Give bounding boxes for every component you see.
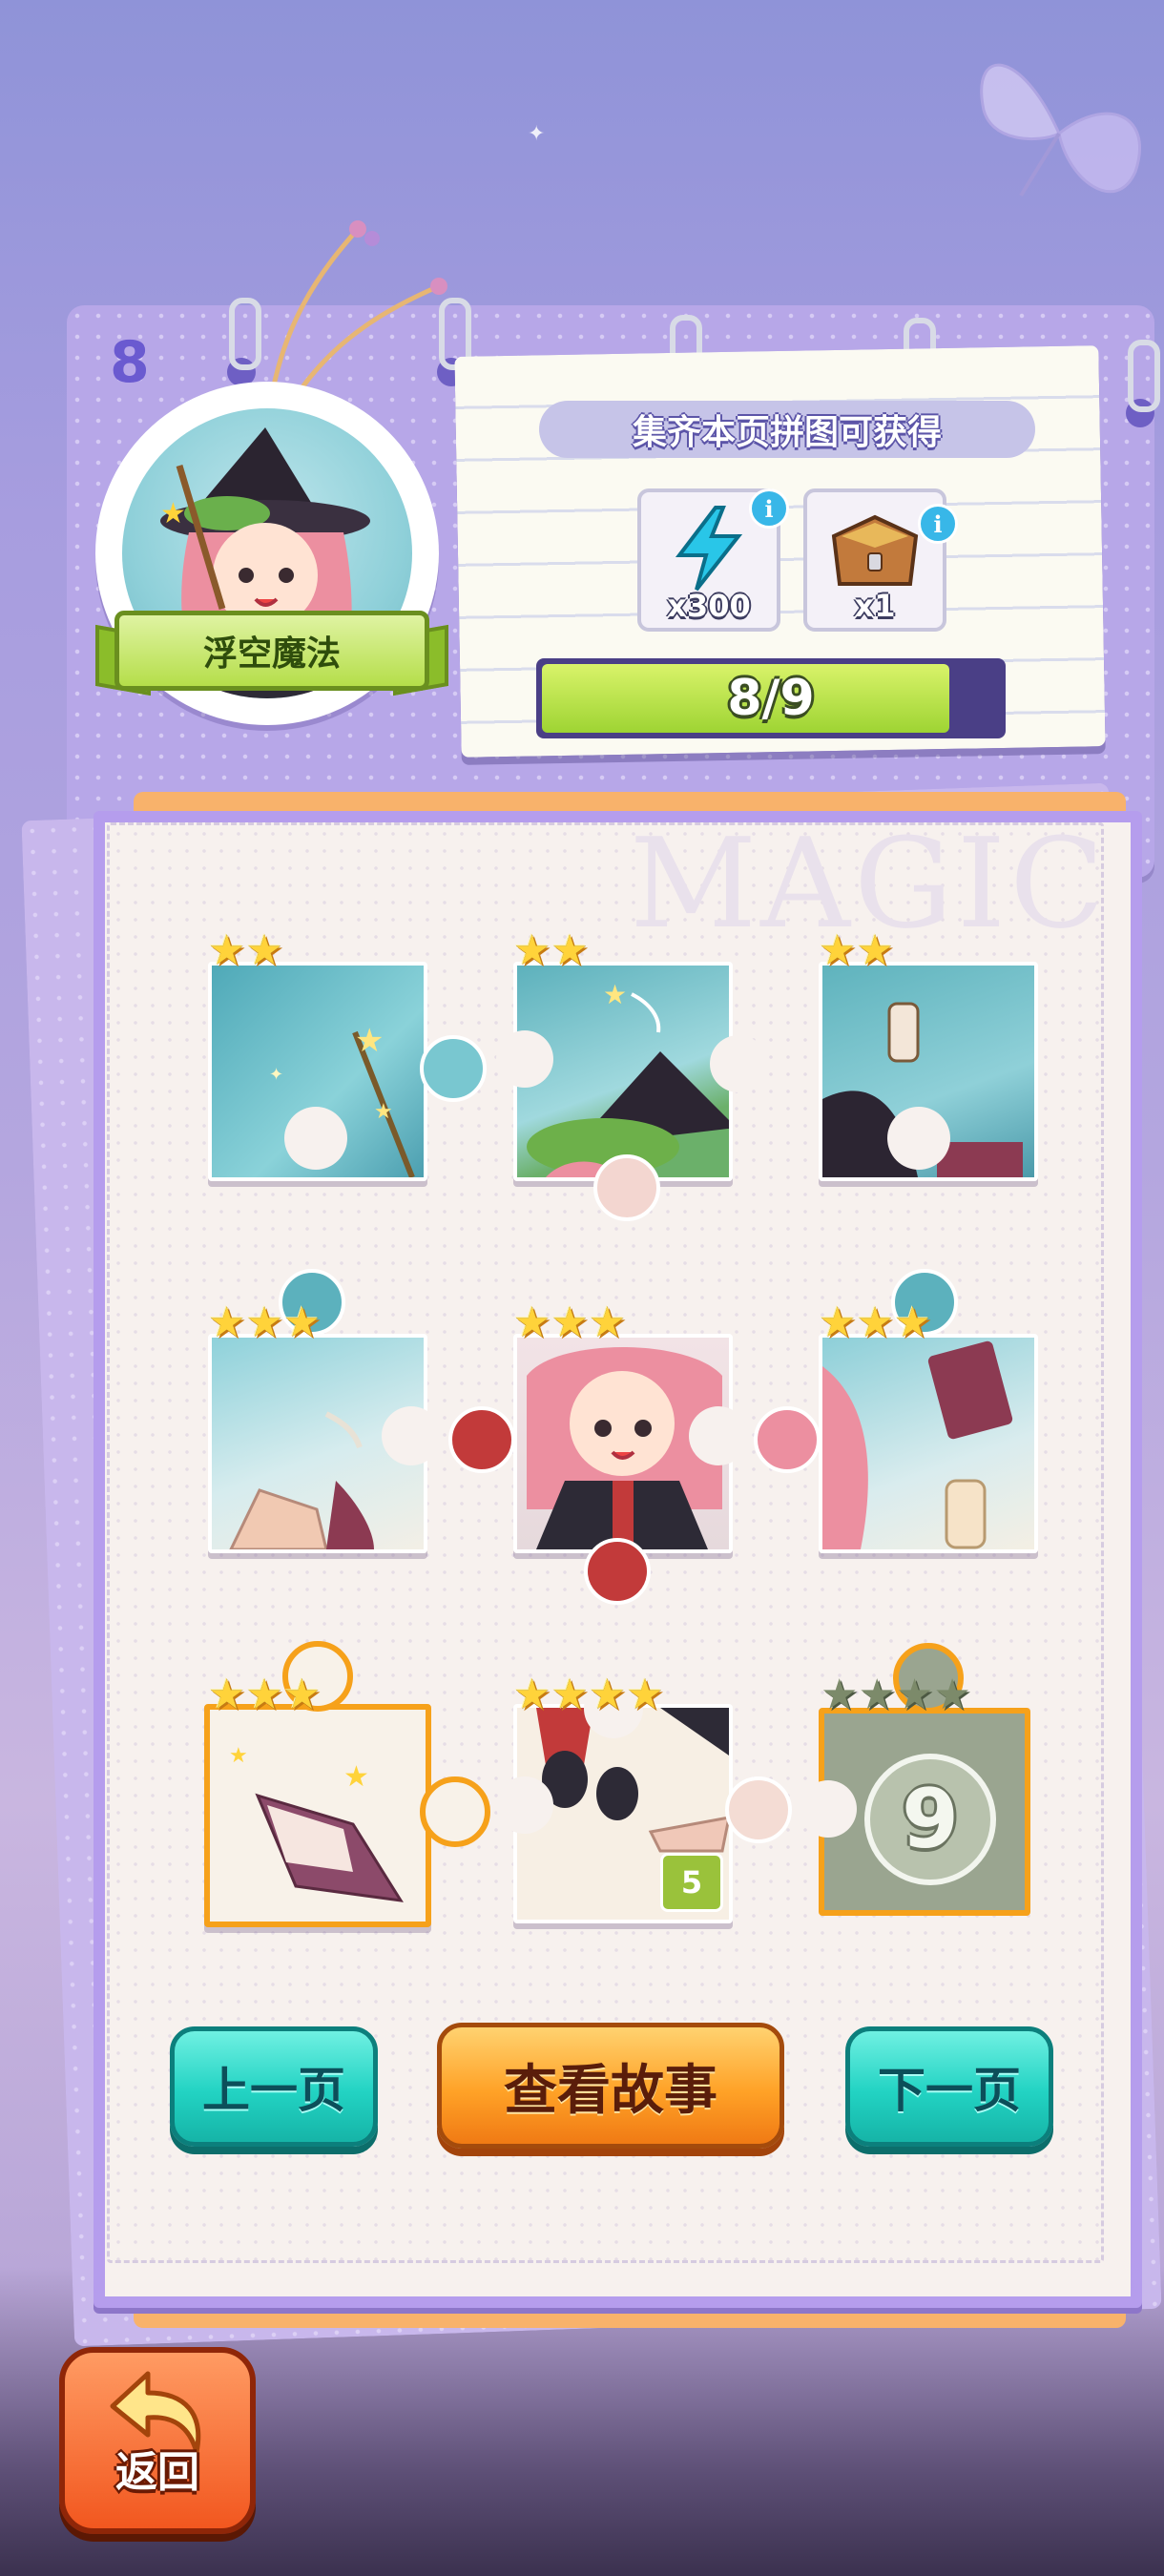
piece-knob xyxy=(593,1154,660,1221)
butterfly-icon xyxy=(980,63,1141,197)
piece-knob xyxy=(725,1776,792,1843)
svg-text:★: ★ xyxy=(603,979,627,1010)
piece-knob xyxy=(420,1776,490,1847)
piece-notch xyxy=(710,1035,767,1092)
piece-knob xyxy=(420,1035,487,1102)
star-rating: ★ ★ ★ ★ xyxy=(821,1671,971,1719)
reward-quantity: x300 xyxy=(667,588,751,624)
next-page-button[interactable]: 下一页 xyxy=(845,2026,1053,2147)
info-icon[interactable]: i xyxy=(918,504,958,544)
piece-notch xyxy=(689,1406,748,1465)
svg-text:★: ★ xyxy=(160,497,186,530)
piece-notch xyxy=(496,1030,553,1088)
info-icon[interactable]: i xyxy=(749,488,789,529)
piece-notch xyxy=(284,1107,347,1170)
star-rating: ★ ★ xyxy=(819,926,894,975)
treasure-chest-icon xyxy=(831,514,919,586)
chapter-title: 浮空魔法 xyxy=(114,611,429,691)
puzzle-piece[interactable] xyxy=(819,1334,1038,1553)
piece-knob xyxy=(448,1406,515,1473)
star-rating: ★ ★ xyxy=(513,926,589,975)
progress-text: 8/9 xyxy=(727,670,815,727)
star-rating: ★ ★ ★ ★ xyxy=(513,1671,664,1719)
piece-notch xyxy=(496,1776,553,1834)
prev-page-button[interactable]: 上一页 xyxy=(170,2026,378,2147)
star-rating: ★ ★ ★ xyxy=(819,1298,932,1347)
svg-text:★: ★ xyxy=(343,1760,369,1794)
puzzle-piece-highlighted[interactable]: ★ ★ xyxy=(204,1704,431,1927)
svg-text:★: ★ xyxy=(374,1100,393,1124)
piece-knob xyxy=(754,1406,821,1473)
back-button-label: 返回 xyxy=(115,2448,199,2497)
star-rating: ★ ★ ★ xyxy=(208,1671,322,1719)
chapter-badge[interactable]: ★ 浮空魔法 xyxy=(86,372,448,735)
piece-notch xyxy=(887,1107,950,1170)
energy-bolt-icon xyxy=(675,506,743,592)
svg-text:★: ★ xyxy=(229,1744,248,1768)
collection-progress-bar: 8/9 xyxy=(536,658,1006,738)
piece-knob xyxy=(584,1538,651,1605)
sparkle-icon: ✦ xyxy=(528,122,546,146)
reward-title: 集齐本页拼图可获得 xyxy=(539,401,1035,458)
binder-ring xyxy=(1128,340,1160,412)
star-rating: ★ ★ ★ xyxy=(513,1298,627,1347)
view-story-button[interactable]: 查看故事 xyxy=(437,2023,784,2149)
svg-text:✦: ✦ xyxy=(269,1065,283,1085)
reward-quantity: x1 xyxy=(854,588,896,624)
star-rating: ★ ★ xyxy=(208,926,283,975)
piece-notch xyxy=(382,1406,441,1465)
piece-count-badge: 5 xyxy=(660,1853,723,1912)
piece-notch xyxy=(800,1780,857,1838)
star-rating: ★ ★ ★ xyxy=(208,1298,322,1347)
missing-piece-number: 9 xyxy=(864,1754,996,1885)
svg-text:★: ★ xyxy=(355,1022,384,1060)
